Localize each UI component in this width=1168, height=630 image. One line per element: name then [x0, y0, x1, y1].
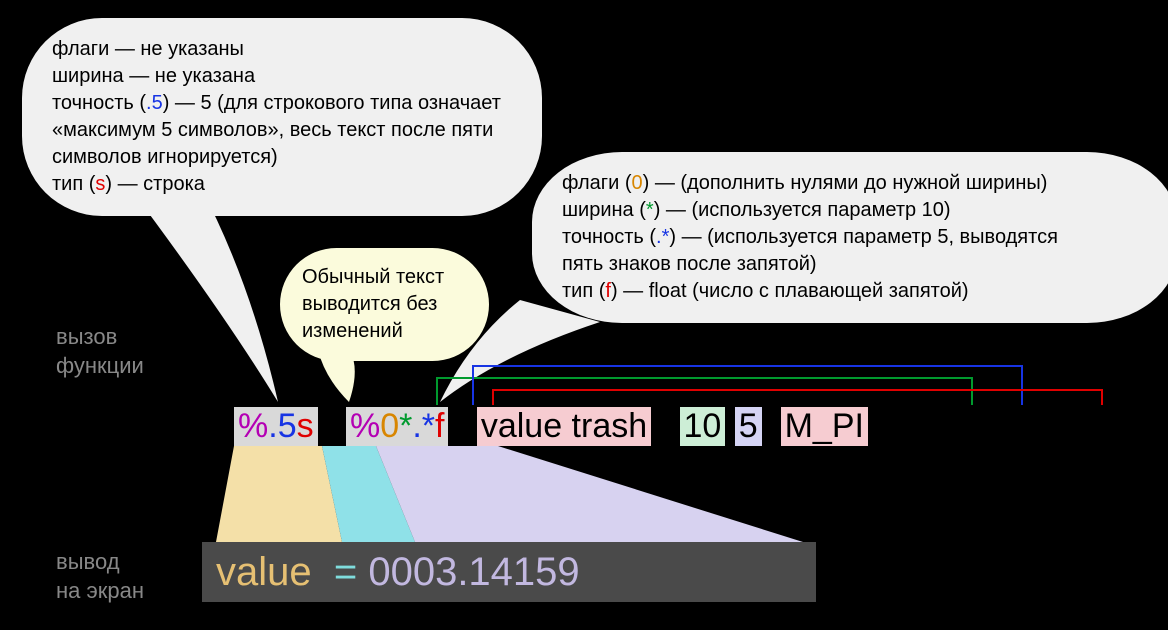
b1-l3b: .5 [146, 92, 163, 114]
b1-l3c: ) — 5 (для строкового типа означает [163, 92, 501, 114]
label-call-l2: функции [56, 353, 144, 378]
b3-l5a: тип ( [562, 280, 605, 302]
fmt2-dot: . [412, 407, 421, 445]
connector-type-mpi [493, 390, 1102, 405]
fmt2-star: * [399, 407, 412, 445]
bubble-spec-s: флаги — не указаны ширина — не указана т… [22, 18, 542, 216]
arg-5: 5 [735, 407, 762, 446]
b1-l6b: s [95, 173, 105, 195]
arg-value-trash: value trash [477, 407, 651, 446]
label-output: вывод на экран [56, 548, 144, 605]
b3-l1b: 0 [632, 172, 643, 194]
fmt1-five: 5 [278, 407, 297, 445]
b1-l3a: точность ( [52, 92, 146, 114]
fmt1-pct: % [238, 407, 268, 445]
b3-l1a: флаги ( [562, 172, 632, 194]
b1-l6c: ) — строка [105, 173, 205, 195]
b3-l2a: ширина ( [562, 199, 646, 221]
bubble-spec-f: флаги (0) — (дополнить нулями до нужной … [532, 152, 1168, 323]
b3-l3a: точность ( [562, 226, 656, 248]
b3-l3b: .* [656, 226, 669, 248]
fmt2-zero: 0 [380, 407, 399, 445]
fmt1-dot: . [268, 407, 277, 445]
fmt2-pct: % [350, 407, 380, 445]
bubble-plain-text: Обычный текст выводится без изменений [280, 248, 489, 361]
beam-yellow [216, 446, 342, 542]
b3-l5c: ) — float (число с плавающей запятой) [611, 280, 969, 302]
b3-l1c: ) — (дополнить нулями до нужной ширины) [643, 172, 1048, 194]
b1-l4: «максимум 5 символов», весь текст после … [52, 119, 493, 141]
label-output-l1: вывод [56, 549, 120, 574]
diagram-stage: вызов функции вывод на экран флаги — не … [0, 0, 1168, 630]
out-eq: = [312, 550, 369, 594]
b3-l3c: ) — (используется параметр 5, выводятся [669, 226, 1058, 248]
fmt1-s: s [297, 407, 314, 445]
fmt-token-2: %0*.*f [346, 407, 449, 446]
connector-prec-5 [473, 366, 1022, 405]
b1-l5: символов игнорируется) [52, 146, 278, 168]
b1-l6a: тип ( [52, 173, 95, 195]
bubble1-tail [130, 186, 278, 402]
arg-10: 10 [680, 407, 726, 446]
beam-cyan [322, 446, 415, 542]
b2-l3: изменений [302, 320, 403, 342]
b3-l4: пять знаков после запятой) [562, 253, 817, 275]
out-num: 0003.14159 [368, 550, 579, 594]
label-call: вызов функции [56, 323, 144, 380]
label-call-l1: вызов [56, 324, 117, 349]
arg-mpi: M_PI [781, 407, 868, 446]
b1-l2: ширина — не указана [52, 65, 255, 87]
b3-l2b: * [646, 199, 654, 221]
format-row: %.5s %0*.*f value trash 10 5 M_PI [234, 407, 868, 446]
beam-lavender [376, 446, 803, 542]
b2-l2: выводится без [302, 293, 437, 315]
out-value: value [216, 550, 312, 594]
b3-l2c: ) — (используется параметр 10) [654, 199, 951, 221]
output-bar: value = 0003.14159 [202, 542, 816, 602]
connector-width-10 [437, 378, 972, 405]
b2-l1: Обычный текст [302, 266, 444, 288]
fmt-token-1: %.5s [234, 407, 318, 446]
b1-l1: флаги — не указаны [52, 38, 244, 60]
fmt2-star2: * [422, 407, 435, 445]
fmt2-f: f [435, 407, 444, 445]
label-output-l2: на экран [56, 578, 144, 603]
